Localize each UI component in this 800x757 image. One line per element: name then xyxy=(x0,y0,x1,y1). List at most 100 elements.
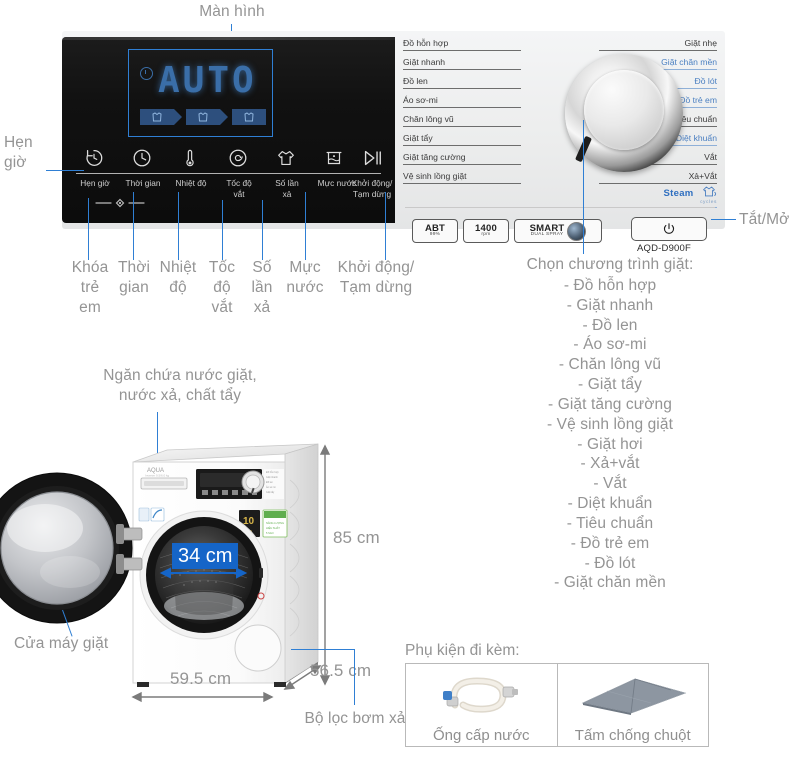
program-list-item: - Giặt tẩy xyxy=(578,376,642,394)
program-list-item: - Giặt tăng cường xyxy=(548,395,672,413)
callout-spin-speed: Tốc độ vắt xyxy=(208,259,236,316)
program-list-item: - Vắt xyxy=(593,475,627,493)
button-row-divider xyxy=(76,173,381,175)
badge-smart-dual-spray: SMART DUAL SPRAY xyxy=(514,219,602,243)
touch-panel[interactable]: AUTO Hẹn giờ Thời gian Nhiệt độ Tốc độ v… xyxy=(62,37,395,223)
accessory-label-hose: Ống cấp nước xyxy=(432,727,530,744)
button-start-pause[interactable] xyxy=(352,147,392,173)
callout-line-start-pause xyxy=(385,192,387,260)
steam-shirt-icon xyxy=(703,186,717,197)
program-left-5[interactable]: Giặt tẩy xyxy=(403,133,521,147)
touch-label-spin-speed: Tốc độ vắt xyxy=(226,178,252,199)
button-spin-speed[interactable] xyxy=(218,147,258,173)
clock-icon xyxy=(133,149,151,167)
machine-dial xyxy=(241,470,265,494)
child-lock-indicator[interactable] xyxy=(92,197,148,209)
anti-rodent-plate-icon xyxy=(581,678,687,715)
callout-line-rinse-count xyxy=(262,200,264,260)
water-inlet-hose-art xyxy=(406,664,557,728)
accessory-item-plate: Tấm chống chuột xyxy=(556,664,709,746)
callout-line-power xyxy=(711,219,736,221)
svg-text:Inverter 9.5/6.0 kg: Inverter 9.5/6.0 kg xyxy=(145,474,170,478)
phase-chip-spin xyxy=(232,109,266,125)
program-list-item: - Đồ lót xyxy=(584,554,636,572)
svg-text:5 SAO: 5 SAO xyxy=(266,531,274,535)
callout-start-pause: Khởi động/ Tạm dừng xyxy=(337,259,415,296)
led-display: AUTO xyxy=(128,49,273,137)
dimension-width-595 xyxy=(131,691,274,703)
touch-label-start-pause: Khởi động/ Tạm dừng xyxy=(351,178,393,199)
badge-rpm-sub: rpm xyxy=(481,232,491,238)
control-panel-photo: AUTO Hẹn giờ Thời gian Nhiệt độ Tốc độ v… xyxy=(62,31,725,254)
program-list-item: - Đồ len xyxy=(582,316,638,334)
program-left-3[interactable]: Áo sơ-mi xyxy=(403,95,521,109)
dial-inner-face xyxy=(584,70,664,150)
callout-machine-door: Cửa máy giặt xyxy=(14,635,109,652)
model-number: AQD-D900F xyxy=(636,243,692,254)
callout-temperature: Nhiệt độ xyxy=(159,259,197,296)
machine-foot-right xyxy=(274,682,286,687)
program-list: - Đồ hỗn hợp - Giặt nhanh - Đồ len - Áo … xyxy=(500,276,720,593)
callout-display-title: Màn hình xyxy=(199,3,265,20)
program-left-2[interactable]: Đồ len xyxy=(403,76,521,90)
child-lock-icon xyxy=(95,198,145,208)
program-left-0[interactable]: Đồ hỗn hợp xyxy=(403,38,521,52)
callout-line-filter-h xyxy=(291,649,355,651)
accessory-label-plate: Tấm chống chuột xyxy=(574,727,691,744)
accessories-box: Ống cấp nước Tấm chống chuột xyxy=(405,663,709,747)
panel-bottom-divider xyxy=(405,207,715,208)
touch-label-temperature: Nhiệt độ xyxy=(175,178,207,188)
button-time[interactable] xyxy=(122,147,162,173)
button-temperature[interactable] xyxy=(170,147,210,173)
dimension-label-width: 59.5 cm xyxy=(170,669,232,688)
callout-power-toggle: Tắt/Mở xyxy=(739,211,790,228)
callout-line-time xyxy=(133,192,135,260)
steam-sublabel: cycles xyxy=(700,200,717,205)
program-selector-area: Đồ hỗn hợp Giặt nhanh Đồ len Áo sơ-mi Ch… xyxy=(395,31,725,254)
program-left-7[interactable]: Vệ sinh lồng giặt xyxy=(403,171,521,185)
callout-delay-timer: Hẹn giờ xyxy=(4,134,33,171)
callout-line-program-dial xyxy=(583,120,585,254)
program-list-item: - Đồ trẻ em xyxy=(570,534,650,552)
program-list-item: - Đồ hỗn hợp xyxy=(563,277,657,294)
touch-label-time: Thời gian xyxy=(125,178,161,188)
program-list-item: - Tiêu chuẩn xyxy=(566,514,654,532)
tshirt-rinse-icon xyxy=(278,150,294,166)
power-button[interactable] xyxy=(631,217,707,241)
program-left-4[interactable]: Chăn lông vũ xyxy=(403,114,521,128)
program-right-0[interactable]: Giặt nhẹ xyxy=(599,38,717,52)
badge-smart-sub: DUAL SPRAY xyxy=(530,232,564,238)
phase-chip-rinse xyxy=(186,109,228,125)
dimension-label-drum: 34 cm xyxy=(172,543,239,569)
rinse-phase-icon xyxy=(198,112,208,122)
badge-rpm: 1400 rpm xyxy=(463,219,509,243)
button-water-level[interactable] xyxy=(314,147,354,173)
callout-line-child-lock xyxy=(88,198,90,260)
touch-label-rinse-count: Số lần xả xyxy=(275,178,299,199)
program-left-6[interactable]: Giặt tăng cường xyxy=(403,152,521,166)
callout-water-level: Mực nước xyxy=(286,259,324,296)
callout-rinse-count: Số lần xả xyxy=(251,259,273,316)
svg-text:Đồ hỗn hợp: Đồ hỗn hợp xyxy=(266,471,279,474)
program-left-1[interactable]: Giặt nhanh xyxy=(403,57,521,71)
program-list-item: - Giặt chăn mền xyxy=(554,574,666,592)
anti-rodent-plate-art xyxy=(558,664,709,728)
spin-phase-icon xyxy=(244,112,254,122)
delay-timer-icon xyxy=(86,150,103,166)
accessory-item-hose: Ống cấp nước xyxy=(406,664,557,746)
thermometer-icon xyxy=(186,149,194,167)
water-inlet-hose-icon xyxy=(443,677,519,713)
program-list-item: - Áo sơ-mi xyxy=(573,336,647,354)
steam-cycle-badge: Steam cycles xyxy=(599,183,717,208)
machine-door xyxy=(0,472,143,624)
program-list-item: - Diệt khuẩn xyxy=(567,495,653,513)
button-rinse-count[interactable] xyxy=(266,147,306,173)
start-pause-icon xyxy=(364,150,381,166)
drain-pump-filter-cover xyxy=(234,624,282,672)
callout-line-filter-v xyxy=(354,649,356,705)
callout-line-water-level xyxy=(305,192,307,260)
drum-opening xyxy=(139,510,269,640)
svg-text:NĂNG LƯỢNG: NĂNG LƯỢNG xyxy=(266,521,284,525)
machine-control-panel: Đồ hỗn hợp Giặt nhanh Đồ len Áo sơ-mi Giặt… xyxy=(196,469,284,499)
badge-abt-sub: 99% xyxy=(429,232,441,238)
